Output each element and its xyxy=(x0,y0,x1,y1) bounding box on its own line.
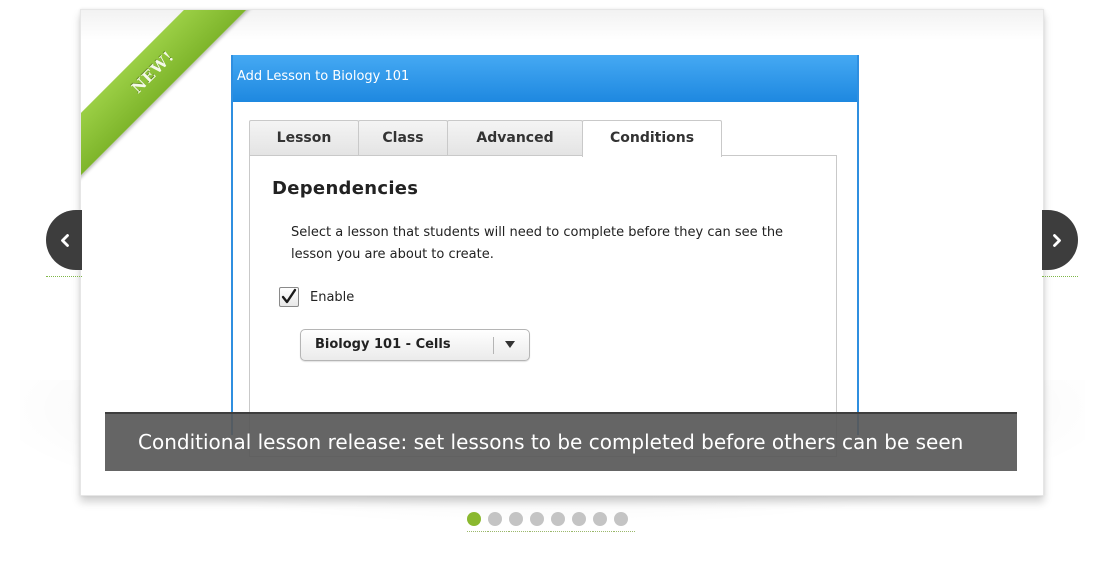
slide-pager xyxy=(467,512,635,532)
pager-dot[interactable] xyxy=(551,512,572,532)
prev-slide-button[interactable] xyxy=(46,210,82,270)
tab-lesson[interactable]: Lesson xyxy=(249,120,359,155)
select-divider xyxy=(493,337,494,354)
new-badge-text: NEW! xyxy=(128,47,178,97)
tab-advanced[interactable]: Advanced xyxy=(447,120,583,155)
caret-down-icon xyxy=(505,341,515,348)
slider-stage: NEW! Add Lesson to Biology 101 Lesson Cl… xyxy=(0,0,1105,580)
add-lesson-dialog: Add Lesson to Biology 101 Lesson Class A… xyxy=(231,55,859,457)
enable-checkbox[interactable] xyxy=(279,287,299,307)
pager-dot[interactable] xyxy=(467,512,488,532)
pager-dot[interactable] xyxy=(593,512,614,532)
chevron-left-icon xyxy=(61,234,69,247)
slide-card: NEW! Add Lesson to Biology 101 Lesson Cl… xyxy=(80,9,1044,496)
enable-label: Enable xyxy=(310,289,355,305)
dependencies-description: Select a lesson that students will need … xyxy=(291,225,784,262)
pager-dot[interactable] xyxy=(509,512,530,532)
enable-row: Enable xyxy=(279,286,354,308)
dependency-select[interactable]: Biology 101 - Cells xyxy=(300,329,530,361)
caption-text: Conditional lesson release: set lessons … xyxy=(138,430,964,454)
dependencies-heading: Dependencies xyxy=(272,178,419,199)
chevron-right-icon xyxy=(1053,234,1061,247)
tab-conditions[interactable]: Conditions xyxy=(582,120,722,157)
pager-dot[interactable] xyxy=(572,512,593,532)
tab-class[interactable]: Class xyxy=(358,120,448,155)
dialog-title: Add Lesson to Biology 101 xyxy=(233,55,857,102)
select-value: Biology 101 - Cells xyxy=(315,337,451,352)
pager-dot[interactable] xyxy=(488,512,509,532)
tab-bar: Lesson Class Advanced Conditions xyxy=(249,120,722,157)
pager-dot[interactable] xyxy=(614,512,635,532)
pager-dot[interactable] xyxy=(530,512,551,532)
next-underline xyxy=(1042,276,1078,277)
prev-underline xyxy=(46,276,82,277)
new-ribbon: NEW! xyxy=(81,10,257,186)
checkmark-icon xyxy=(281,288,297,304)
next-slide-button[interactable] xyxy=(1042,210,1078,270)
new-ribbon-band: NEW! xyxy=(81,10,257,180)
slide-caption: Conditional lesson release: set lessons … xyxy=(105,412,1017,471)
